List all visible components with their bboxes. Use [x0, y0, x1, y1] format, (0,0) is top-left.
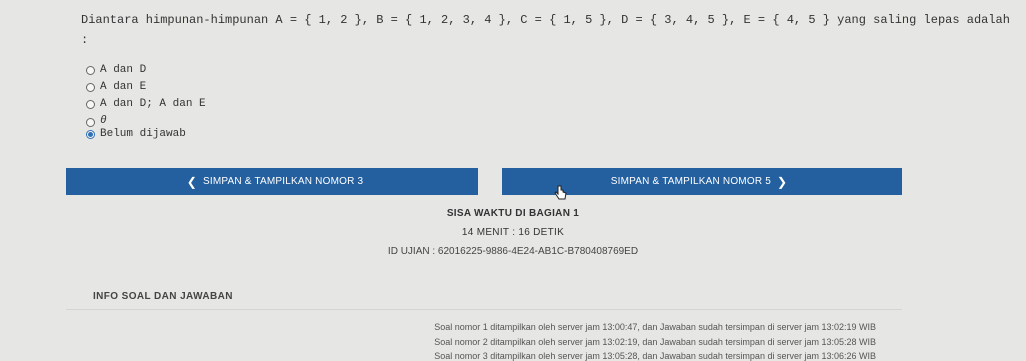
option-label: A dan D: [100, 64, 147, 76]
info-section-title: INFO SOAL DAN JAWABAN: [93, 291, 233, 302]
prev-button-label: SIMPAN & TAMPILKAN NOMOR 3: [203, 176, 364, 187]
radio-icon[interactable]: [86, 66, 95, 75]
question-text: Diantara himpunan-himpunan A = { 1, 2 },…: [81, 13, 1010, 47]
radio-icon[interactable]: [86, 100, 95, 109]
option-a-dan-d[interactable]: A dan D: [86, 64, 206, 81]
chevron-right-icon: ❯: [776, 174, 788, 189]
radio-icon[interactable]: [86, 118, 95, 127]
answer-options: A dan D A dan E A dan D; A dan E θ Belum…: [86, 64, 206, 141]
navigation-bar: ❮ SIMPAN & TAMPILKAN NOMOR 3 SIMPAN & TA…: [66, 168, 902, 195]
divider: [66, 309, 902, 310]
option-a-dan-e[interactable]: A dan E: [86, 81, 206, 98]
next-button-label: SIMPAN & TAMPILKAN NOMOR 5: [610, 176, 771, 187]
radio-stack: [86, 115, 100, 139]
exam-id: ID UJIAN : 62016225-9886-4E24-AB1C-B7804…: [387, 246, 639, 257]
option-a-dan-d-a-dan-e[interactable]: A dan D; A dan E: [86, 98, 206, 115]
option-label: A dan E: [100, 81, 147, 93]
radio-icon[interactable]: [86, 83, 95, 92]
log-line: Soal nomor 1 ditampilkan oleh server jam…: [434, 322, 876, 332]
section-time-label: SISA WAKTU DI BAGIAN 1: [446, 208, 580, 219]
hand-cursor-icon: [554, 185, 567, 200]
time-remaining: 14 MENIT : 16 DETIK: [461, 227, 565, 238]
log-line: Soal nomor 2 ditampilkan oleh server jam…: [434, 337, 876, 347]
radio-selected-icon[interactable]: [86, 130, 95, 139]
prev-question-button[interactable]: ❮ SIMPAN & TAMPILKAN NOMOR 3: [66, 168, 478, 195]
option-theta[interactable]: θ Belum dijawab: [86, 115, 206, 141]
option-label: θ: [100, 115, 107, 127]
option-label: A dan D; A dan E: [100, 98, 206, 110]
option-stack: θ Belum dijawab: [100, 115, 186, 140]
option-label-unanswered: Belum dijawab: [100, 128, 186, 140]
chevron-left-icon: ❮: [186, 174, 198, 189]
